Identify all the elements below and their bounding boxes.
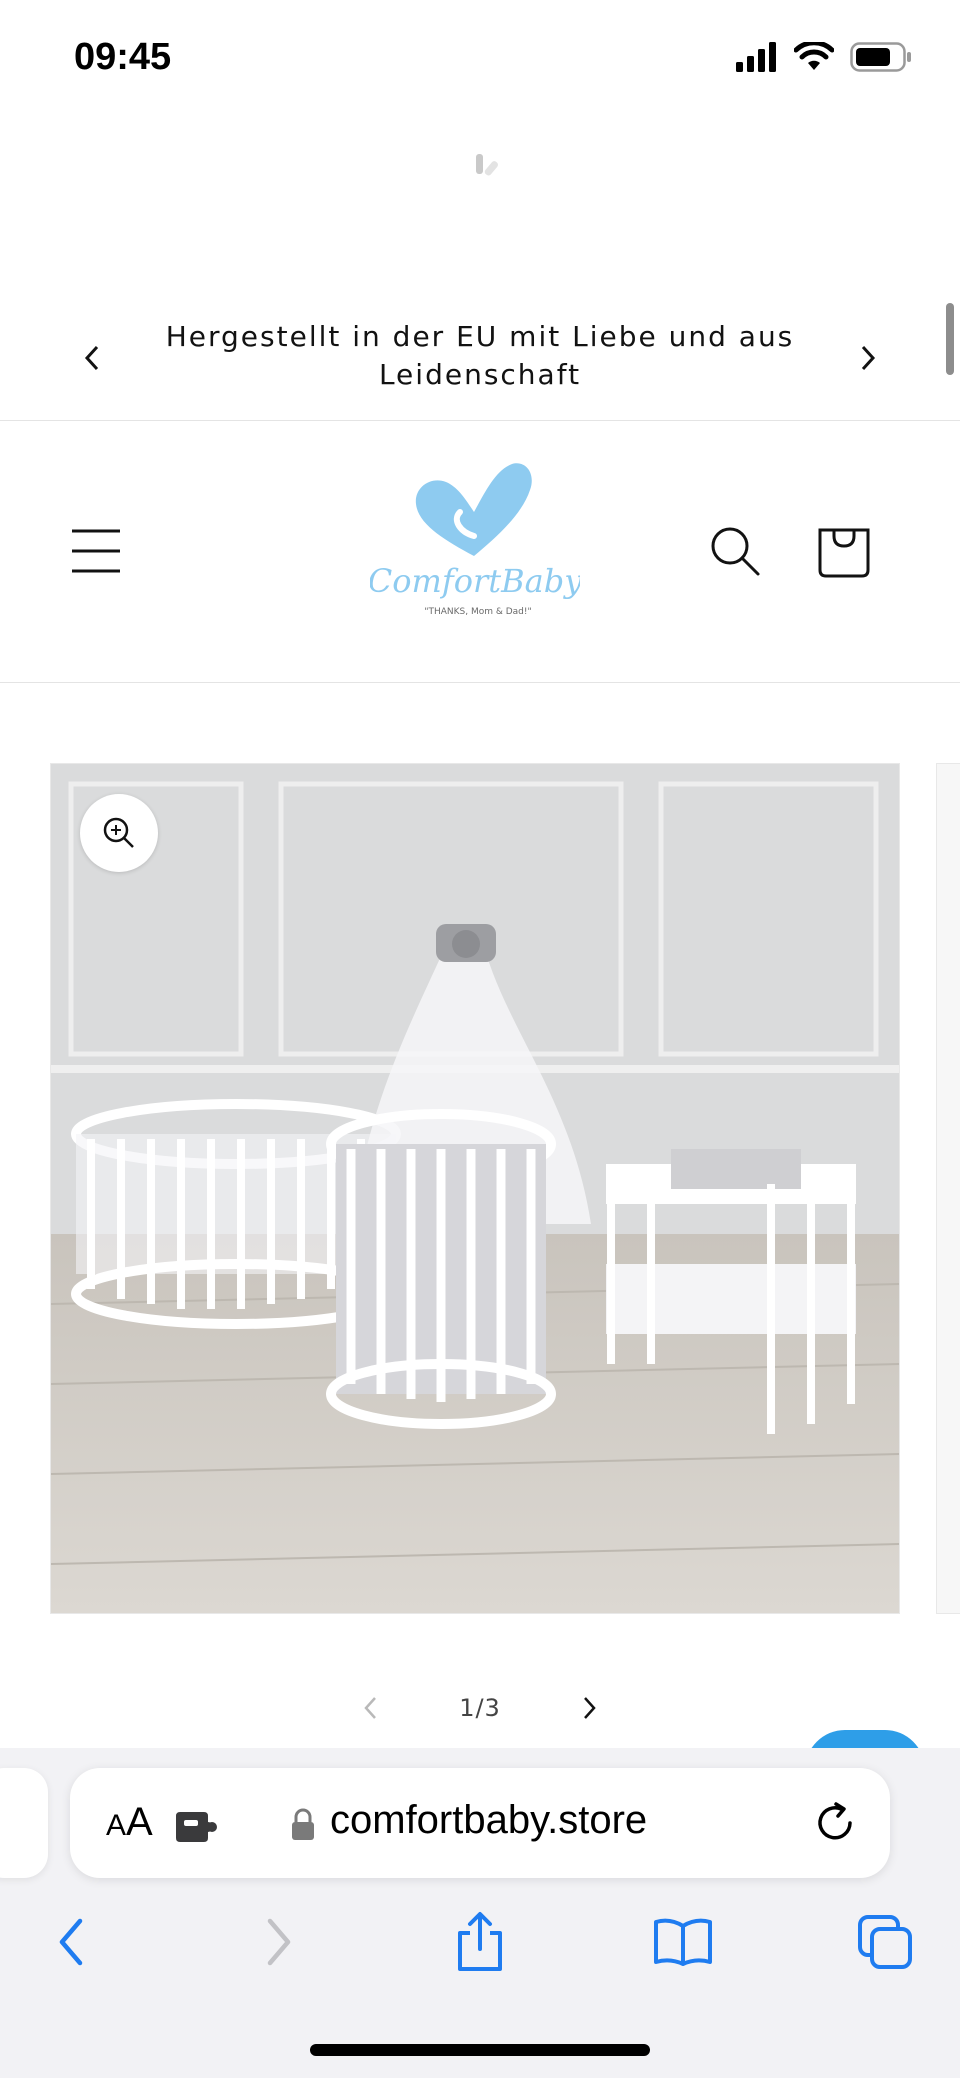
gallery-next-button[interactable] [560, 1695, 620, 1721]
heart-logo-icon: ComfortBaby "THANKS, Mom & Dad!" [368, 463, 583, 617]
chevron-left-icon [84, 345, 99, 371]
browser-back-button[interactable] [36, 1910, 106, 1974]
announcement-text: Hergestellt in der EU mit Liebe und aus … [165, 320, 795, 391]
forward-arrow-icon [267, 1918, 291, 1966]
product-photo [51, 764, 899, 1613]
hamburger-menu-icon[interactable] [70, 525, 122, 577]
home-indicator[interactable] [310, 2044, 650, 2056]
announcement-divider [0, 420, 960, 421]
tabs-icon [858, 1915, 912, 1969]
browser-forward-button[interactable] [244, 1910, 314, 1974]
battery-icon [850, 42, 911, 72]
site-logo[interactable]: ComfortBaby "THANKS, Mom & Dad!" [368, 460, 583, 620]
zoom-button[interactable] [80, 794, 158, 872]
cart-bag-icon[interactable] [816, 522, 872, 580]
cellular-signal-icon [736, 42, 776, 72]
status-time: 09:45 [74, 36, 172, 78]
page-scrollbar[interactable] [946, 303, 954, 375]
gallery-prev-button[interactable] [340, 1695, 400, 1721]
announcement-next-button[interactable] [838, 328, 898, 388]
bookmarks-button[interactable] [648, 1910, 718, 1974]
chevron-right-icon [861, 345, 876, 371]
announcement-prev-button[interactable] [62, 328, 122, 388]
reload-icon[interactable] [812, 1800, 858, 1846]
extension-puzzle-icon[interactable] [174, 1808, 218, 1846]
logo-text: ComfortBaby [370, 562, 580, 600]
zoom-in-icon [103, 817, 134, 848]
product-image[interactable] [50, 763, 900, 1614]
previous-tab-preview[interactable] [0, 1768, 48, 1878]
share-icon [458, 1912, 502, 1971]
tabs-button[interactable] [850, 1910, 920, 1974]
gallery-counter: 1/3 [459, 1694, 501, 1722]
search-icon[interactable] [708, 524, 762, 578]
book-icon [654, 1918, 712, 1966]
reader-text-size-button[interactable]: AA [106, 1800, 153, 1845]
header-divider [0, 682, 960, 683]
share-button[interactable] [445, 1910, 515, 1974]
next-image-peek[interactable] [936, 763, 960, 1614]
back-arrow-icon [59, 1918, 83, 1966]
chevron-left-icon [364, 1697, 376, 1719]
lock-icon [292, 1808, 314, 1840]
chevron-right-icon [584, 1697, 596, 1719]
loading-spinner-icon [476, 154, 498, 176]
url-text[interactable]: comfortbaby.store [330, 1798, 647, 1843]
logo-tagline: "THANKS, Mom & Dad!" [424, 607, 531, 617]
gallery-pager: 1/3 [340, 1680, 620, 1736]
status-icons [736, 42, 912, 72]
wifi-icon [794, 42, 834, 70]
